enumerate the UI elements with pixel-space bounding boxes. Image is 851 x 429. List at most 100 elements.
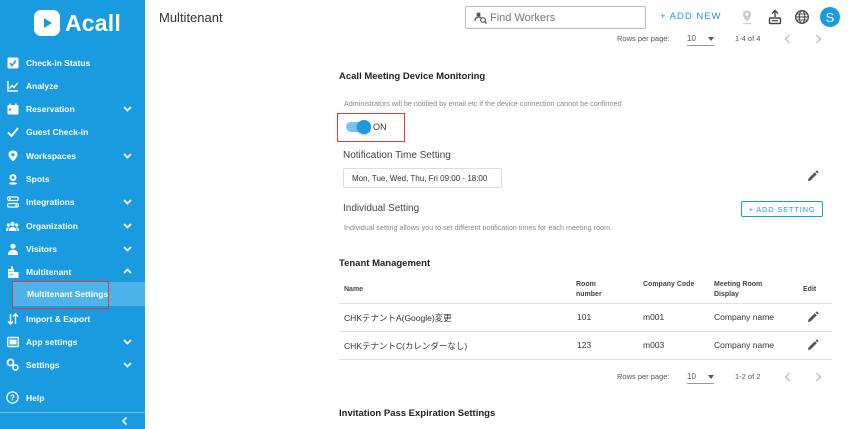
sidebar-item-label: Integrations	[26, 196, 75, 207]
next-page-icon[interactable]	[813, 371, 823, 383]
logo-text: Acall	[65, 9, 121, 36]
toggle-label: ON	[373, 122, 387, 132]
individual-setting-heading: Individual Setting	[343, 203, 420, 214]
avatar[interactable]: S	[820, 7, 840, 27]
prev-page-icon[interactable]	[783, 371, 793, 383]
chevron-down-icon	[123, 199, 132, 205]
gear-icon	[6, 358, 19, 371]
edit-pencil-icon[interactable]	[806, 311, 819, 324]
sidebar-item-label: Settings	[26, 359, 60, 370]
monitoring-note: Administrators will be notified by email…	[344, 99, 622, 108]
display-cell: Company name	[714, 340, 775, 350]
search-box[interactable]	[465, 6, 646, 29]
spot-pin-icon	[6, 172, 19, 185]
tenant-name-cell: CHKテナントA(Google)変更	[344, 313, 452, 323]
checkmark-icon	[6, 125, 19, 138]
sidebar-item-analyze[interactable]: Analyze	[0, 74, 145, 97]
sidebar-item-label: Help	[26, 392, 45, 403]
column-header-name: Name	[344, 286, 364, 293]
sidebar-item-label: Reservation	[26, 103, 75, 114]
chevron-down-icon	[123, 246, 132, 252]
sidebar-item-spots[interactable]: Spots	[0, 167, 145, 190]
chevron-down-icon	[123, 106, 132, 112]
highlight-box	[12, 281, 109, 309]
company-code-cell: m001	[643, 312, 665, 322]
chevron-down-icon	[123, 339, 132, 345]
sidebar-item-check-in-status[interactable]: Check-in Status	[0, 51, 145, 74]
calendar-icon	[6, 102, 19, 115]
sidebar-item-label: App settings	[26, 336, 78, 347]
app-window: Acall Check-in Status Analyze Reservatio…	[0, 0, 851, 429]
sidebar-item-settings[interactable]: Settings	[0, 353, 145, 376]
sidebar-item-help[interactable]: ? Help	[0, 386, 145, 409]
sidebar-item-import-export[interactable]: Import & Export	[0, 307, 145, 330]
location-pin-icon	[6, 149, 19, 162]
rows-per-page-select[interactable]: 10	[687, 370, 714, 384]
search-input[interactable]	[490, 11, 640, 24]
sidebar-item-label: Organization	[26, 220, 78, 231]
sidebar-collapse-button[interactable]	[0, 412, 145, 429]
toggle-knob	[357, 120, 371, 134]
column-header-room-number: Room number	[576, 281, 602, 298]
location-pin-icon[interactable]	[739, 9, 755, 25]
tenant-name-cell: CHKテナントC(カレンダーなし)	[344, 341, 468, 351]
edit-pencil-icon[interactable]	[806, 339, 819, 352]
rows-per-page-label: Rows per page:	[617, 372, 670, 381]
chevron-left-icon	[121, 416, 128, 426]
monitoring-section-title: Acall Meeting Device Monitoring	[339, 71, 486, 82]
sidebar-item-reservation[interactable]: Reservation	[0, 97, 145, 120]
chart-line-icon	[6, 79, 19, 92]
acall-logo[interactable]: Acall	[34, 10, 121, 36]
rows-per-page-select[interactable]: 10	[687, 32, 714, 46]
page-range: 1-4 of 4	[735, 34, 761, 43]
check-square-icon	[6, 56, 19, 69]
sidebar-item-workspaces[interactable]: Workspaces	[0, 144, 145, 167]
sidebar-item-label: Multitenant	[26, 266, 72, 277]
sidebar-item-label: Guest Check-in	[26, 126, 89, 137]
add-new-button[interactable]: + ADD NEW	[660, 11, 722, 22]
room-number-cell: 101	[577, 312, 592, 322]
chevron-down-icon	[123, 153, 132, 159]
rows-per-page-value: 10	[687, 34, 696, 43]
sidebar-item-label: Import & Export	[26, 313, 91, 324]
sidebar-item-label: Workspaces	[26, 150, 76, 161]
sidebar-item-label: Analyze	[26, 80, 59, 91]
notification-time-value: Mon, Tue, Wed, Thu, Fri 09:00 - 18:00	[343, 168, 502, 188]
sidebar-item-visitors[interactable]: Visitors	[0, 237, 145, 260]
column-header-edit: Edit	[803, 286, 817, 293]
globe-icon[interactable]	[794, 9, 810, 25]
page-title: Multitenant	[159, 10, 223, 25]
room-number-cell: 123	[577, 340, 592, 350]
rows-per-page-label: Rows per page:	[617, 34, 670, 43]
import-export-icon	[6, 312, 19, 325]
invitation-section-title: Invitation Pass Expiration Settings	[339, 408, 496, 419]
integrations-icon	[6, 195, 19, 208]
row-divider	[339, 303, 832, 304]
add-setting-button[interactable]: + ADD SETTING	[741, 201, 823, 217]
sidebar-item-app-settings[interactable]: App settings	[0, 330, 145, 353]
individual-setting-note: Individual setting allows you to set dif…	[344, 223, 612, 232]
import-upload-icon[interactable]	[767, 9, 783, 25]
chevron-up-icon	[123, 268, 132, 274]
sidebar-item-guest-check-in[interactable]: Guest Check-in	[0, 120, 145, 143]
sidebar-item-organization[interactable]: Organization	[0, 214, 145, 237]
sidebar: Acall Check-in Status Analyze Reservatio…	[0, 0, 145, 429]
logo-mark-icon	[34, 10, 60, 36]
monitoring-toggle[interactable]	[346, 120, 371, 134]
page-range: 1-2 of 2	[735, 372, 761, 381]
help-icon: ?	[6, 391, 19, 404]
rows-per-page-value: 10	[687, 372, 696, 381]
sidebar-item-integrations[interactable]: Integrations	[0, 190, 145, 213]
next-page-icon[interactable]	[813, 33, 823, 45]
display-cell: Company name	[714, 312, 775, 322]
svg-text:?: ?	[10, 393, 15, 402]
row-divider	[339, 331, 832, 332]
chevron-down-icon	[123, 362, 132, 368]
edit-pencil-icon[interactable]	[806, 170, 819, 183]
search-person-icon	[474, 12, 487, 24]
group-icon	[6, 219, 19, 232]
prev-page-icon[interactable]	[783, 33, 793, 45]
caret-down-icon	[708, 37, 714, 41]
sidebar-item-multitenant[interactable]: Multitenant	[0, 260, 145, 283]
row-divider	[339, 359, 832, 360]
